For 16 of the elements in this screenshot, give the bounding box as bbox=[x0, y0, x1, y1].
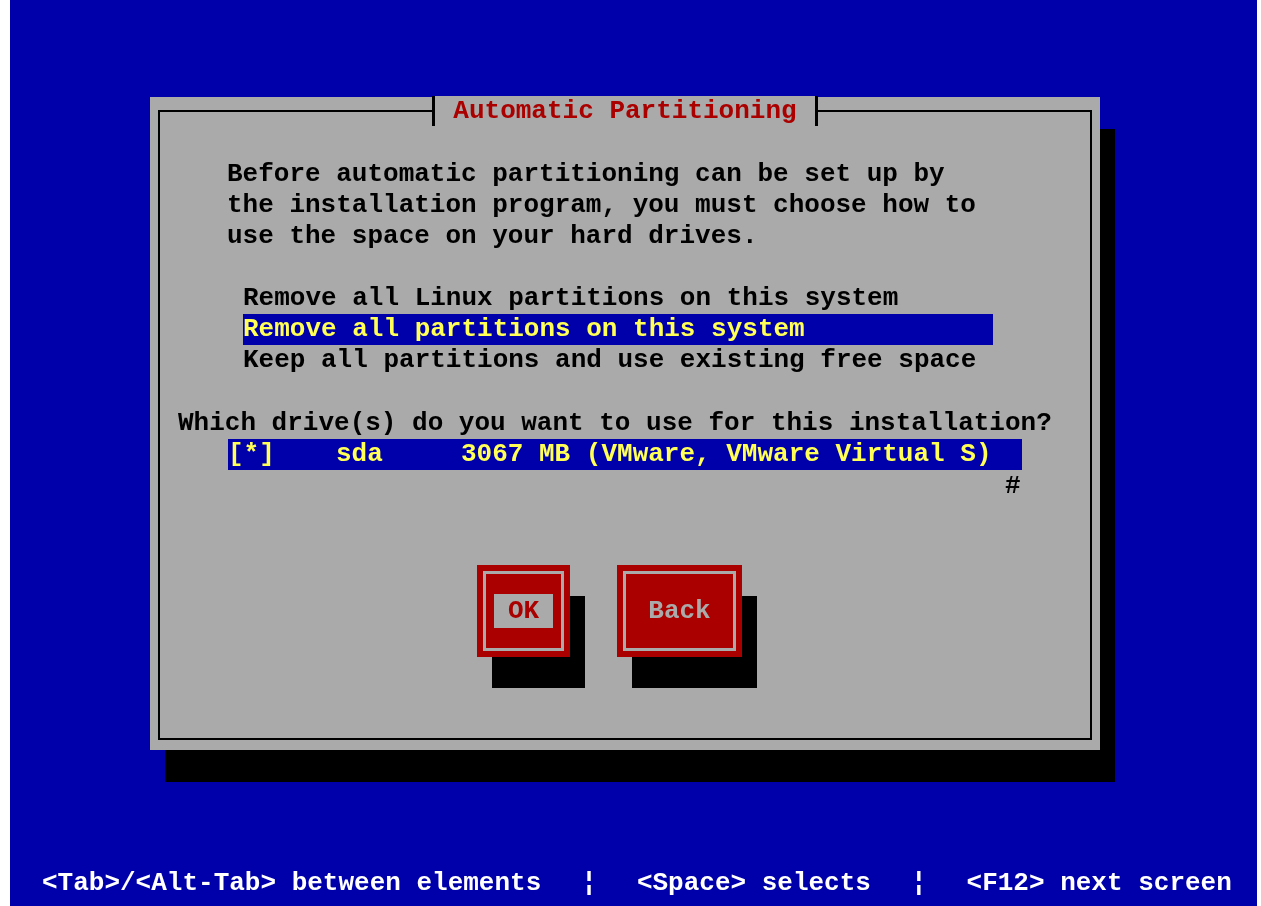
separator-mark: ¦ bbox=[581, 867, 597, 900]
drive-size: 3067 MB (VMware, VMware Virtual S) bbox=[461, 439, 992, 470]
partition-option[interactable]: Remove all Linux partitions on this system bbox=[243, 283, 993, 314]
partition-option[interactable]: Keep all partitions and use existing free space bbox=[243, 345, 993, 376]
separator-mark: ¦ bbox=[910, 867, 927, 900]
scroll-mark: # bbox=[1005, 471, 1021, 502]
key-hint: <Tab>/<Alt-Tab> between elements bbox=[42, 867, 542, 900]
dialog-title: Automatic Partitioning bbox=[432, 96, 818, 126]
dialog-message: Before automatic partitioning can be set up by the installation program, you must choose how to use the space on your hard drives. bbox=[227, 159, 976, 252]
drive-question: Which drive(s) do you want to use for this installation? bbox=[178, 408, 1052, 439]
drive-name: sda bbox=[336, 439, 384, 470]
partition-option[interactable]: Remove all partitions on this system bbox=[243, 314, 993, 345]
key-hint: <Space> selects bbox=[636, 867, 871, 900]
drive-row[interactable]: [*] sda 3067 MB (VMware, VMware Virtual S) bbox=[228, 439, 1022, 470]
drive-checkbox[interactable]: [*] bbox=[228, 439, 336, 470]
key-hint: <F12> next screen bbox=[966, 867, 1232, 900]
